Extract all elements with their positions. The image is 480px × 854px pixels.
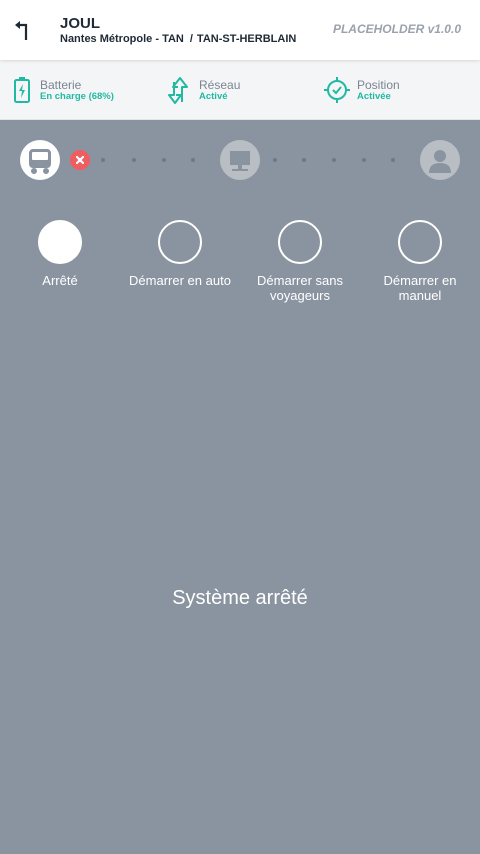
- mode-option-sans-voyageurs[interactable]: Démarrer sans voyageurs: [240, 220, 360, 303]
- status-bar: Batterie En charge (68%) Réseau Activé P…: [0, 60, 480, 120]
- screen-icon: [230, 151, 250, 171]
- location-target-icon: [324, 77, 350, 103]
- mode-label: Démarrer en auto: [129, 273, 231, 288]
- mode-radio[interactable]: [398, 220, 442, 264]
- progress-dot: [101, 158, 105, 162]
- progress-dot: [362, 158, 366, 162]
- status-label: Réseau: [199, 78, 241, 92]
- status-value: Activée: [357, 91, 391, 102]
- breadcrumb-separator: /: [189, 33, 193, 45]
- status-label: Position: [357, 78, 400, 92]
- network-arrows-icon: [168, 77, 188, 104]
- status-label: Batterie: [40, 78, 82, 92]
- mode-label: Démarrer sans voyageurs: [257, 273, 343, 303]
- mode-radio[interactable]: [278, 220, 322, 264]
- progress-dot: [273, 158, 277, 162]
- progress-dot: [191, 158, 195, 162]
- progress-steps: [0, 140, 480, 180]
- user-icon: [429, 150, 451, 173]
- app-header: JOUL Nantes Métropole - TAN / TAN-ST-HERBL…: [0, 0, 480, 60]
- page-title: JOUL: [60, 15, 101, 32]
- bus-icon: [29, 149, 51, 174]
- system-status-text: Système arrêté: [172, 587, 308, 609]
- progress-dot: [302, 158, 306, 162]
- progress-dot: [132, 158, 136, 162]
- mode-option-auto[interactable]: Démarrer en auto: [120, 220, 240, 288]
- stop-name: TAN-ST-HERBLAIN: [196, 33, 297, 45]
- app-version: PLACEHOLDER v1.0.0: [332, 22, 461, 36]
- step-user: [420, 140, 460, 180]
- status-value: Activé: [199, 91, 228, 102]
- mode-radio[interactable]: [38, 220, 82, 264]
- status-value: En charge (68%): [40, 91, 114, 102]
- battery-charging-icon: [14, 77, 30, 103]
- close-icon: [75, 155, 85, 165]
- arrow-back-icon[interactable]: [10, 16, 36, 42]
- network-name: Nantes Métropole - TAN: [60, 33, 184, 45]
- mode-option-arrete[interactable]: Arrêté: [0, 220, 120, 288]
- mode-option-manuel[interactable]: Démarrer en manuel: [360, 220, 480, 303]
- mode-label: Arrêté: [42, 273, 78, 288]
- step-screen: [220, 140, 260, 180]
- progress-dot: [162, 158, 166, 162]
- step-bus: [20, 140, 60, 180]
- progress-dot: [391, 158, 395, 162]
- mode-label: Démarrer en manuel: [383, 273, 457, 303]
- breadcrumb: Nantes Métropole - TAN / TAN-ST-HERBLAIN: [60, 33, 296, 45]
- mode-radio[interactable]: [158, 220, 202, 264]
- step-error-badge: [70, 150, 90, 170]
- progress-dot: [332, 158, 336, 162]
